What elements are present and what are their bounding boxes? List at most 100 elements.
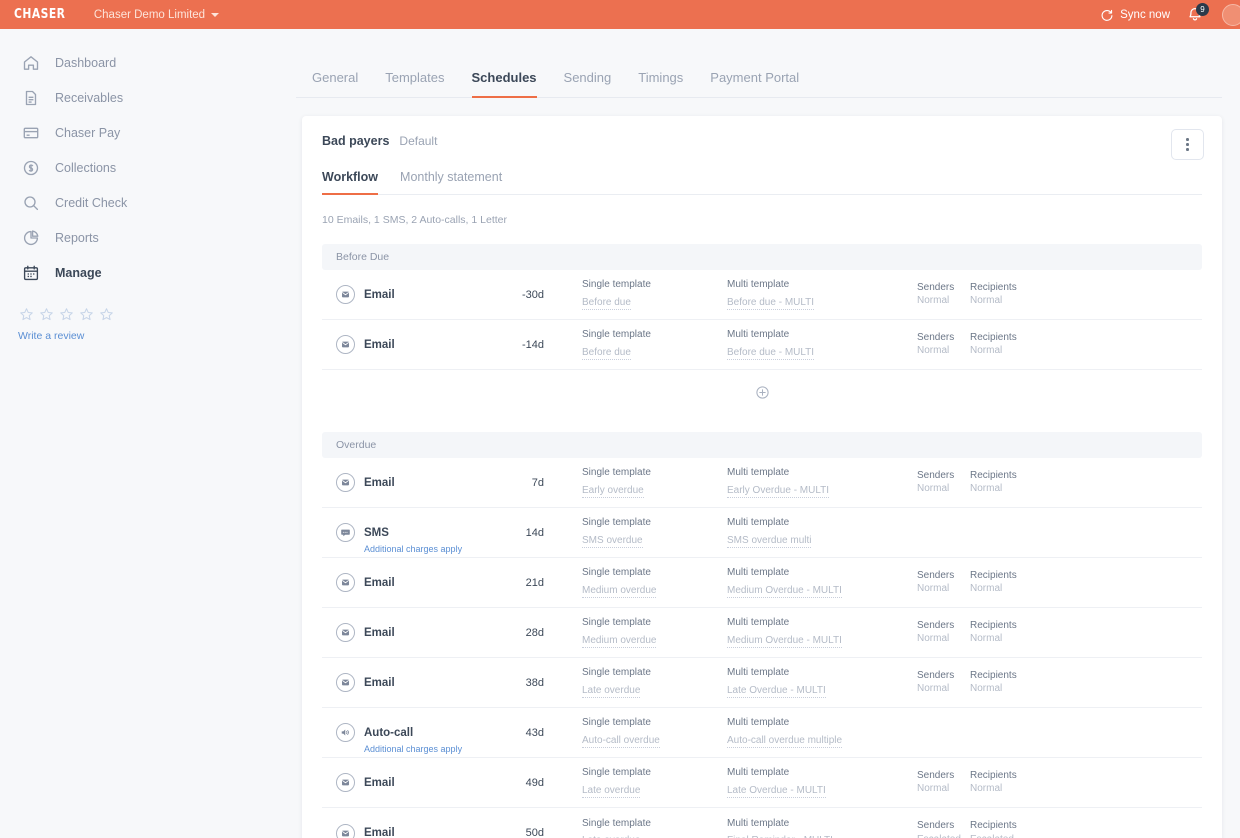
multi-template-value[interactable]: Late Overdue - MULTI — [727, 784, 826, 798]
row-single-template[interactable]: Single template Auto-call overdue — [544, 717, 727, 748]
home-icon-wrap — [20, 53, 41, 74]
single-template-label: Single template — [582, 329, 651, 340]
row-single-template[interactable]: Single template Early overdue — [544, 467, 727, 498]
notifications-button[interactable]: 9 — [1186, 2, 1209, 25]
subtab-workflow[interactable]: Workflow — [322, 170, 379, 195]
multi-template-value[interactable]: Final Reminder - MULTI — [727, 834, 833, 838]
recipients-value: Normal — [970, 295, 1003, 306]
write-a-review-link[interactable]: Write a review — [18, 330, 296, 342]
schedule-row[interactable]: Email -14d Single template Before due Multi … — [322, 320, 1202, 370]
sidebar-item-manage[interactable]: Manage — [0, 256, 296, 290]
multi-template-value[interactable]: Auto-call overdue multiple — [727, 734, 843, 748]
schedule-row[interactable]: Auto-call Additional charges apply 43d Sing… — [322, 708, 1202, 758]
main-content: General Templates Schedules Sending Timings P… — [296, 29, 1240, 838]
schedule-row[interactable]: Email 28d Single template Medium overdue Mul… — [322, 608, 1202, 658]
row-multi-template[interactable]: Multi template Medium Overdue - MULTI — [727, 567, 917, 598]
row-single-template[interactable]: Single template Late overdue — [544, 767, 727, 798]
senders-value: Normal — [917, 345, 950, 356]
sync-now-button[interactable]: Sync now — [1100, 8, 1170, 22]
row-type: Email — [336, 823, 496, 838]
row-recipients: Recipients Normal — [970, 470, 1060, 496]
add-step-button[interactable] — [754, 384, 771, 401]
star-icon — [60, 308, 73, 321]
schedule-row[interactable]: Email 7d Single template Early overdue Multi… — [322, 458, 1202, 508]
single-template-value[interactable]: Late overdue — [582, 784, 641, 798]
single-template-value[interactable]: Auto-call overdue — [582, 734, 660, 748]
additional-charges-note[interactable]: Additional charges apply — [364, 544, 462, 554]
multi-template-value[interactable]: Before due - MULTI — [727, 296, 815, 310]
star-5[interactable] — [98, 306, 115, 328]
sidebar-item-credit-check[interactable]: Credit Check — [0, 186, 296, 220]
row-multi-template[interactable]: Multi template Late Overdue - MULTI — [727, 767, 917, 798]
org-switcher[interactable]: Chaser Demo Limited — [94, 9, 220, 21]
row-multi-template[interactable]: Multi template Late Overdue - MULTI — [727, 667, 917, 698]
sidebar-item-collections[interactable]: Collections — [0, 151, 296, 185]
star-2[interactable] — [38, 306, 55, 328]
envelope-icon-wrap — [336, 573, 355, 592]
schedule-options-button[interactable] — [1171, 129, 1204, 160]
star-1[interactable] — [18, 306, 35, 328]
schedule-row[interactable]: Email 38d Single template Late overdue Multi… — [322, 658, 1202, 708]
single-template-value[interactable]: Late overdue — [582, 834, 640, 838]
row-multi-template[interactable]: Multi template Before due - MULTI — [727, 329, 917, 360]
row-single-template[interactable]: Single template Late overdue — [544, 818, 727, 838]
sidebar-item-chaser-pay[interactable]: Chaser Pay — [0, 116, 296, 150]
sidebar-item-receivables[interactable]: Receivables — [0, 81, 296, 115]
envelope-icon — [341, 779, 350, 786]
envelope-icon-wrap — [336, 335, 355, 354]
multi-template-value[interactable]: Early Overdue - MULTI — [727, 484, 830, 498]
multi-template-value[interactable]: Medium Overdue - MULTI — [727, 634, 842, 648]
multi-template-value[interactable]: Medium Overdue - MULTI — [727, 584, 842, 598]
additional-charges-note[interactable]: Additional charges apply — [364, 744, 462, 754]
single-template-value[interactable]: Late overdue — [582, 684, 641, 698]
envelope-icon — [341, 341, 350, 348]
row-single-template[interactable]: Single template Before due — [544, 279, 727, 310]
schedule-row[interactable]: Email 50d Single template Late overdue Multi… — [322, 808, 1202, 838]
single-template-value[interactable]: Early overdue — [582, 484, 644, 498]
single-template-value[interactable]: Medium overdue — [582, 634, 657, 648]
avatar[interactable] — [1222, 3, 1240, 26]
multi-template-value[interactable]: Before due - MULTI — [727, 346, 815, 360]
star-4[interactable] — [78, 306, 95, 328]
row-multi-template[interactable]: Multi template Before due - MULTI — [727, 279, 917, 310]
row-single-template[interactable]: Single template Late overdue — [544, 667, 727, 698]
row-senders: Senders Normal — [917, 470, 970, 496]
schedule-row[interactable]: Email 49d Single template Late overdue Multi… — [322, 758, 1202, 808]
row-multi-template[interactable]: Multi template Auto-call overdue multiple — [727, 717, 917, 748]
single-template-label: Single template — [582, 667, 651, 678]
single-template-value[interactable]: SMS overdue — [582, 534, 643, 548]
single-template-value[interactable]: Medium overdue — [582, 584, 657, 598]
row-recipients: Recipients Normal — [970, 282, 1060, 308]
row-type-line: Auto-call — [336, 723, 496, 742]
row-multi-template[interactable]: Multi template Early Overdue - MULTI — [727, 467, 917, 498]
schedule-row[interactable]: SMS Additional charges apply 14d Single tem… — [322, 508, 1202, 558]
row-single-template[interactable]: Single template SMS overdue — [544, 517, 727, 548]
tab-schedules[interactable]: Schedules — [471, 70, 537, 98]
row-type-label: Email — [364, 827, 395, 838]
row-senders: Senders Normal — [917, 620, 970, 646]
sidebar-item-reports[interactable]: Reports — [0, 221, 296, 255]
row-single-template[interactable]: Single template Medium overdue — [544, 617, 727, 648]
row-single-template[interactable]: Single template Before due — [544, 329, 727, 360]
single-template-value[interactable]: Before due — [582, 346, 631, 360]
tab-templates[interactable]: Templates — [385, 70, 444, 98]
tab-payment-portal[interactable]: Payment Portal — [710, 70, 799, 98]
row-single-template[interactable]: Single template Medium overdue — [544, 567, 727, 598]
row-multi-template[interactable]: Multi template SMS overdue multi — [727, 517, 917, 548]
chaser-logo[interactable]: CHASER — [14, 7, 65, 22]
schedule-row[interactable]: Email -30d Single template Before due Multi … — [322, 270, 1202, 320]
row-multi-template[interactable]: Multi template Medium Overdue - MULTI — [727, 617, 917, 648]
multi-template-value[interactable]: SMS overdue multi — [727, 534, 812, 548]
tab-sending[interactable]: Sending — [564, 70, 612, 98]
subtab-monthly-statement[interactable]: Monthly statement — [400, 170, 502, 195]
senders-label: Senders — [917, 469, 955, 481]
star-rating[interactable] — [18, 306, 296, 328]
multi-template-value[interactable]: Late Overdue - MULTI — [727, 684, 826, 698]
tab-timings[interactable]: Timings — [638, 70, 683, 98]
single-template-value[interactable]: Before due — [582, 296, 631, 310]
schedule-row[interactable]: Email 21d Single template Medium overdue Mul… — [322, 558, 1202, 608]
sidebar-item-dashboard[interactable]: Dashboard — [0, 46, 296, 80]
row-multi-template[interactable]: Multi template Final Reminder - MULTI — [727, 818, 917, 838]
star-3[interactable] — [58, 306, 75, 328]
tab-general[interactable]: General — [312, 70, 358, 98]
